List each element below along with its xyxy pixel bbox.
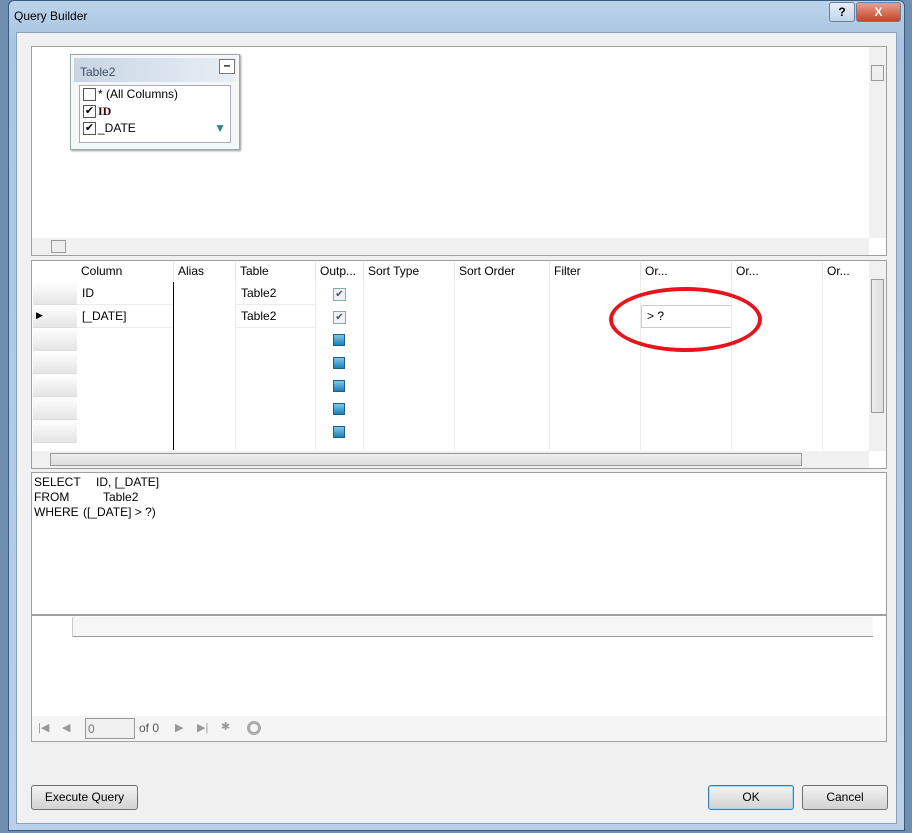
column-item-all[interactable]: * (All Columns) bbox=[80, 86, 230, 103]
grid-vscrollbar[interactable] bbox=[869, 261, 886, 451]
diagram-hscrollbar[interactable] bbox=[32, 238, 869, 255]
grid-line bbox=[363, 282, 364, 450]
output-checkbox[interactable]: ✔ bbox=[333, 288, 346, 301]
execute-query-button[interactable]: Execute Query bbox=[31, 785, 138, 810]
row-header[interactable] bbox=[33, 397, 77, 420]
scroll-thumb[interactable] bbox=[51, 240, 66, 253]
cell-table[interactable]: Table2 bbox=[236, 282, 316, 305]
sql-keyword: FROM bbox=[34, 490, 70, 504]
grid-hscrollbar[interactable] bbox=[32, 451, 869, 468]
row-header[interactable] bbox=[33, 420, 77, 443]
checkbox[interactable] bbox=[83, 88, 96, 102]
window-title: Query Builder bbox=[14, 9, 88, 23]
output-checkbox[interactable] bbox=[333, 426, 345, 438]
column-list: * (All Columns) ✔ ID ✔ _DATE ▼ bbox=[79, 85, 231, 143]
header-alias[interactable]: Alias bbox=[174, 262, 236, 281]
new-record-icon[interactable]: ✱ bbox=[221, 720, 230, 733]
row-header-current[interactable]: ▶ bbox=[33, 305, 77, 328]
record-count: of 0 bbox=[139, 721, 160, 735]
sql-text: ID, [_DATE] bbox=[96, 475, 160, 489]
grid-line bbox=[822, 282, 823, 450]
header-filter[interactable]: Filter bbox=[550, 262, 641, 281]
header-or-1[interactable]: Or... bbox=[641, 262, 732, 281]
scroll-thumb[interactable] bbox=[871, 65, 884, 81]
row-header[interactable] bbox=[33, 282, 77, 305]
sql-pane[interactable]: SELECT ID, [_DATE] FROM Table2 WHERE ([_DAT… bbox=[31, 472, 887, 615]
table-widget[interactable]: Table2 – * (All Columns) ✔ ID ✔ _DATE ▼ bbox=[70, 54, 240, 150]
column-item-date[interactable]: ✔ _DATE ▼ bbox=[80, 120, 230, 137]
results-navigator: |◀ ◀ 0 of 0 ▶ ▶| ✱ bbox=[32, 716, 886, 741]
column-label: ID bbox=[98, 104, 112, 118]
cell-table[interactable]: Table2 bbox=[236, 305, 316, 328]
scroll-thumb[interactable] bbox=[50, 453, 802, 466]
diagram-vscrollbar[interactable] bbox=[869, 47, 886, 238]
sql-keyword: WHERE bbox=[34, 505, 79, 519]
sql-text: Table2 bbox=[103, 490, 139, 504]
column-item-id[interactable]: ✔ ID bbox=[80, 103, 230, 120]
header-table[interactable]: Table bbox=[236, 262, 316, 281]
column-divider bbox=[173, 282, 174, 450]
header-column[interactable]: Column bbox=[77, 262, 174, 281]
header-or-3[interactable]: Or... bbox=[823, 262, 870, 281]
grid-line bbox=[315, 282, 316, 450]
row-header[interactable] bbox=[33, 328, 77, 351]
cell-column[interactable]: ID bbox=[77, 282, 174, 305]
position-input[interactable]: 0 bbox=[85, 718, 135, 739]
results-corner bbox=[33, 617, 73, 637]
last-record-icon[interactable]: ▶| bbox=[197, 721, 208, 734]
column-label: * (All Columns) bbox=[98, 87, 179, 101]
header-sort-order[interactable]: Sort Order bbox=[455, 262, 550, 281]
close-button[interactable]: X bbox=[856, 2, 901, 22]
scroll-thumb[interactable] bbox=[871, 279, 884, 413]
row-header[interactable] bbox=[33, 374, 77, 397]
header-or-2[interactable]: Or... bbox=[732, 262, 823, 281]
cancel-button[interactable]: Cancel bbox=[802, 785, 888, 810]
current-row-arrow-icon: ▶ bbox=[36, 310, 43, 320]
sql-text: ([_DATE] > ?) bbox=[83, 505, 156, 519]
stop-icon[interactable] bbox=[247, 721, 261, 735]
next-record-icon[interactable]: ▶ bbox=[175, 721, 183, 734]
annotation-circle bbox=[609, 287, 762, 352]
checkbox[interactable]: ✔ bbox=[83, 122, 96, 136]
first-record-icon[interactable]: |◀ bbox=[38, 721, 49, 734]
results-header bbox=[33, 617, 873, 637]
header-output[interactable]: Outp... bbox=[316, 262, 364, 281]
ok-button[interactable]: OK bbox=[708, 785, 794, 810]
grid-corner bbox=[33, 262, 77, 281]
help-button[interactable]: ? bbox=[829, 2, 855, 22]
header-sort-type[interactable]: Sort Type bbox=[364, 262, 455, 281]
output-checkbox[interactable] bbox=[333, 380, 345, 392]
output-checkbox[interactable] bbox=[333, 357, 345, 369]
row-header[interactable] bbox=[33, 351, 77, 374]
filter-icon: ▼ bbox=[214, 121, 226, 135]
output-checkbox[interactable]: ✔ bbox=[333, 311, 346, 324]
minimize-button[interactable]: – bbox=[219, 59, 235, 74]
grid-line bbox=[454, 282, 455, 450]
checkbox[interactable]: ✔ bbox=[83, 105, 96, 119]
grid-line bbox=[235, 282, 236, 450]
grid-line bbox=[549, 282, 550, 450]
cell-column[interactable]: [_DATE] bbox=[77, 305, 174, 328]
output-checkbox[interactable] bbox=[333, 334, 345, 346]
output-checkbox[interactable] bbox=[333, 403, 345, 415]
sql-keyword: SELECT bbox=[34, 475, 81, 489]
table-title: Table2 bbox=[74, 58, 236, 82]
column-label: _DATE bbox=[98, 121, 136, 135]
previous-record-icon[interactable]: ◀ bbox=[62, 721, 70, 734]
